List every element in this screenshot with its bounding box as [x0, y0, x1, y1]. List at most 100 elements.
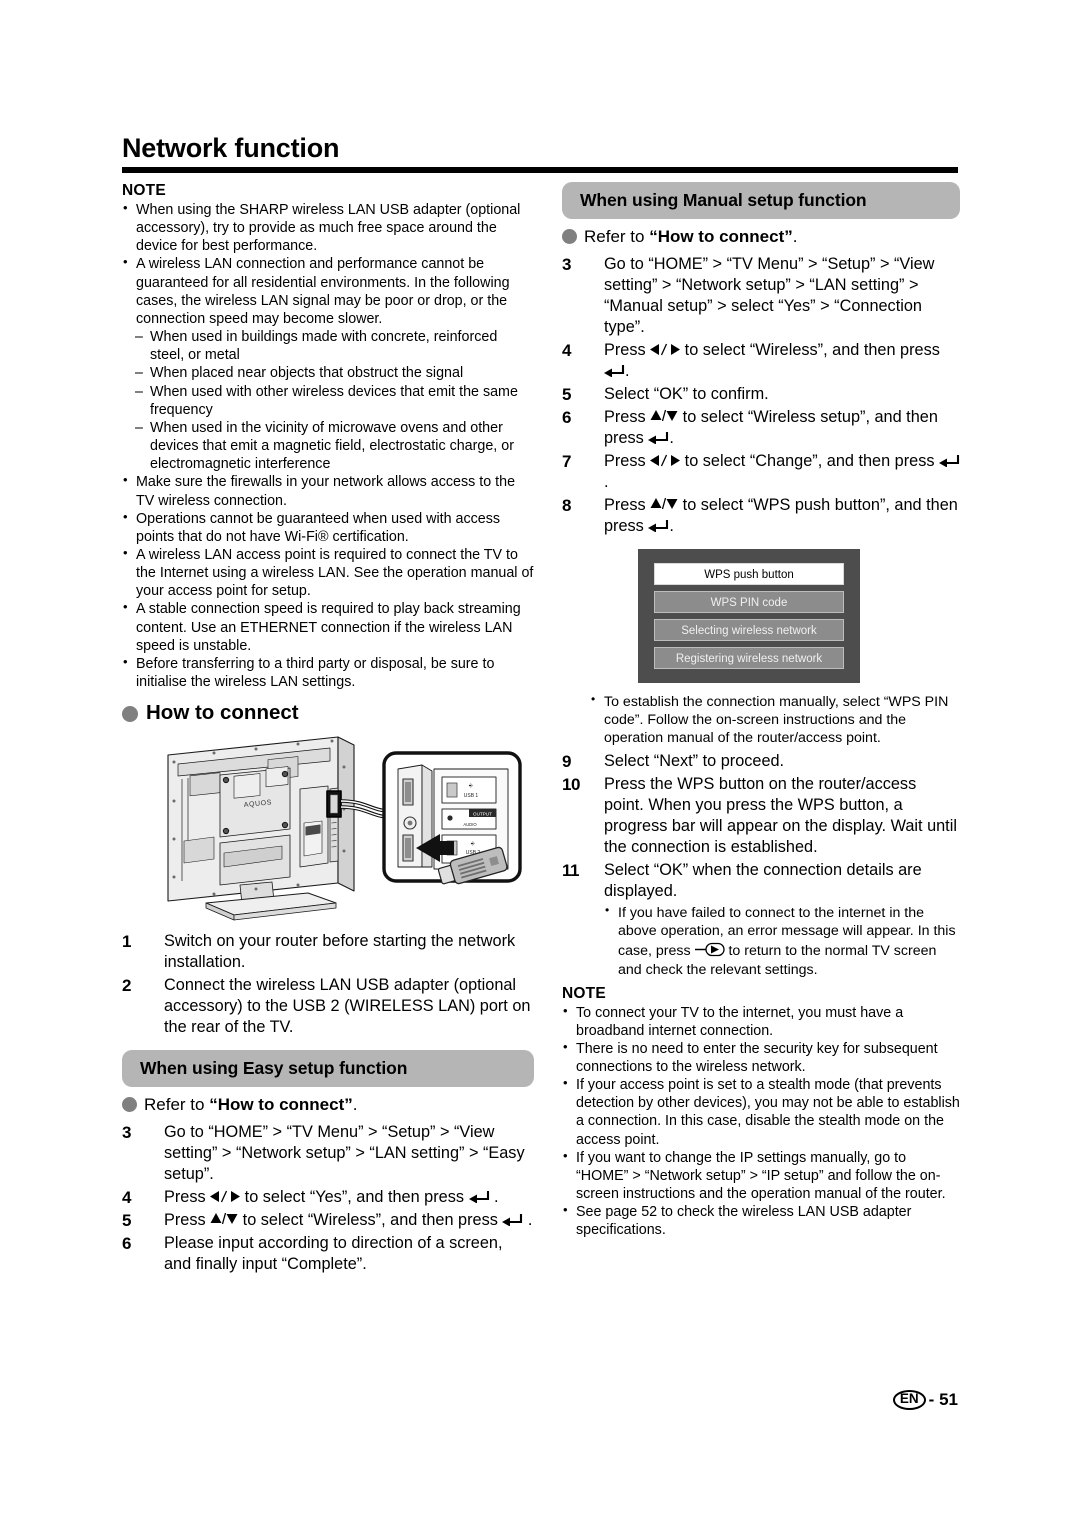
- left-note-label: NOTE: [122, 182, 166, 199]
- easy-refer-line: Refer to “How to connect”.: [122, 1095, 534, 1115]
- list-item: Operations cannot be guaranteed when use…: [122, 509, 534, 546]
- step-text: to select “Change”, and then press: [680, 452, 939, 471]
- list-item: A wireless LAN access point is required …: [122, 545, 534, 600]
- list-item: To establish the connection manually, se…: [590, 692, 960, 747]
- list-item: A wireless LAN connection and performanc…: [122, 254, 534, 328]
- step-text: .: [669, 429, 674, 448]
- osd-item-registering-wireless-network[interactable]: Registering wireless network: [654, 647, 844, 670]
- osd-item-wps-push-button[interactable]: WPS push button: [654, 563, 844, 586]
- list-item: A stable connection speed is required to…: [122, 599, 534, 654]
- list-item: 8 Press to select “WPS push button”, and …: [562, 495, 960, 537]
- manual-page: Network function NOTE When using the SHA…: [0, 0, 1080, 1527]
- right-steps-9-11: 9 Select “Next” to proceed. 10 Press the W…: [562, 751, 960, 978]
- list-item: 7 Press to select “Change”, and then pres…: [562, 451, 960, 493]
- list-item: Before transferring to a third party or …: [122, 654, 534, 691]
- manual-refer-text: Refer to “How to connect”.: [584, 227, 798, 246]
- step-text: Select “Next” to proceed.: [604, 752, 785, 771]
- wps-osd-menu: WPS push button WPS PIN code Selecting w…: [638, 549, 860, 684]
- svg-text:AUDIO: AUDIO: [463, 822, 477, 827]
- right-steps-3-8: 3 Go to “HOME” > “TV Menu” > “Setup” > “V…: [562, 254, 960, 537]
- step-number: 1: [122, 932, 132, 952]
- step-number: 3: [562, 255, 572, 274]
- easy-setup-section-bar: When using Easy setup function: [122, 1050, 534, 1088]
- step-text: .: [489, 1188, 499, 1207]
- left-dash-list: When used in buildings made with concret…: [135, 328, 534, 473]
- step-number: 5: [122, 1211, 132, 1231]
- list-item: 1 Switch on your router before starting t…: [122, 931, 534, 973]
- left-right-arrow-icon: [650, 343, 681, 356]
- refer-target: “How to connect”: [649, 227, 793, 246]
- bullet-dot-icon: [562, 229, 577, 244]
- left-right-arrow-icon: [210, 1190, 241, 1203]
- step-text: .: [625, 362, 630, 381]
- osd-item-selecting-wireless-network[interactable]: Selecting wireless network: [654, 619, 844, 642]
- right-column: When using Manual setup function Refer t…: [562, 182, 960, 1240]
- manual-setup-section-bar: When using Manual setup function: [562, 182, 960, 219]
- output-port-label: OUTPUT: [473, 812, 492, 817]
- right-note-list: To connect your TV to the internet, you …: [562, 1003, 960, 1240]
- manual-refer-line: Refer to “How to connect”.: [562, 227, 960, 247]
- refer-target: “How to connect”: [209, 1095, 353, 1115]
- how-to-connect-label: How to connect: [146, 701, 299, 725]
- easy-refer-text: Refer to “How to connect”.: [144, 1095, 358, 1115]
- list-item: 10 Press the WPS button on the router/acc…: [562, 774, 960, 858]
- left-steps-3-6: 3 Go to “HOME” > “TV Menu” > “Setup” > “V…: [122, 1122, 534, 1275]
- list-item: When used in the vicinity of microwave o…: [135, 419, 534, 473]
- list-item: 2 Connect the wireless LAN USB adapter (o…: [122, 975, 534, 1038]
- left-column: NOTE When using the SHARP wireless LAN U…: [122, 182, 534, 1277]
- list-item: 4 Press to select “Wireless”, and then pr…: [562, 340, 960, 382]
- step-number: 10: [562, 775, 580, 795]
- enter-key-icon: [648, 431, 669, 445]
- step-text: .: [604, 473, 609, 492]
- list-item: If you want to change the IP settings ma…: [562, 1148, 960, 1203]
- step-text: .: [523, 1211, 533, 1230]
- after-osd-note-list: To establish the connection manually, se…: [590, 692, 960, 747]
- step-text: Switch on your router before starting th…: [164, 932, 516, 972]
- how-to-connect-heading: How to connect: [122, 701, 534, 725]
- step-text: Press: [604, 452, 651, 471]
- bullet-dot-icon: [122, 1097, 137, 1113]
- list-item: When used with other wireless devices th…: [135, 383, 534, 419]
- list-item: See page 52 to check the wireless LAN US…: [562, 1202, 960, 1239]
- osd-item-wps-pin-code[interactable]: WPS PIN code: [654, 591, 844, 614]
- step-number: 7: [562, 452, 572, 472]
- left-note-list-cont: Make sure the firewalls in your network …: [122, 472, 534, 691]
- step-number: 8: [562, 496, 572, 516]
- page-number: 51: [939, 1390, 958, 1409]
- list-item: 3 Go to “HOME” > “TV Menu” > “Setup” > “V…: [562, 254, 960, 338]
- list-item: When using the SHARP wireless LAN USB ad…: [122, 200, 534, 255]
- list-item: 6 Please input according to direction of …: [122, 1233, 534, 1275]
- tv-rear-illustration: AQUOS ⎆ USB 1 OUTPUT AUDIO ⎆ USB 2: [122, 731, 534, 923]
- step-number: 9: [562, 752, 572, 772]
- list-item: 11 Select “OK” when the connection detail…: [562, 860, 960, 978]
- step-text: Press: [604, 341, 651, 360]
- enter-key-icon: [502, 1213, 523, 1227]
- step-text: Go to “HOME” > “TV Menu” > “Setup” > “Vi…: [604, 255, 935, 337]
- step-text: Please input according to direction of a…: [164, 1234, 503, 1274]
- list-item: 6 Press to select “Wireless setup”, and t…: [562, 407, 960, 449]
- bullet-dot-icon: [122, 706, 138, 723]
- up-down-arrow-icon: [650, 497, 678, 511]
- exit-key-icon: [694, 942, 725, 957]
- list-item: Make sure the firewalls in your network …: [122, 472, 534, 509]
- step-text: Press: [164, 1211, 211, 1230]
- step-text: to select “Wireless”, and then press: [238, 1211, 503, 1230]
- footer-separator: -: [928, 1390, 935, 1409]
- step-text: to select “Yes”, and then press: [240, 1188, 469, 1207]
- enter-key-icon: [648, 519, 669, 533]
- page-footer: EN - 51: [0, 1390, 958, 1412]
- left-right-arrow-icon: [650, 454, 681, 467]
- step-number: 6: [562, 408, 572, 428]
- step-text: Connect the wireless LAN USB adapter (op…: [164, 976, 531, 1037]
- step-number: 3: [122, 1123, 132, 1143]
- list-item: 5 Select “OK” to confirm.: [562, 384, 960, 405]
- step-text: Select “OK” when the connection details …: [604, 861, 922, 901]
- step-number: 11: [562, 861, 579, 881]
- list-item: There is no need to enter the security k…: [562, 1039, 960, 1076]
- up-down-arrow-icon: [650, 409, 678, 423]
- usb1-port-label: USB 1: [464, 793, 479, 799]
- step-text: Go to “HOME” > “TV Menu” > “Setup” > “Vi…: [164, 1123, 525, 1184]
- up-down-arrow-icon: [210, 1212, 238, 1226]
- enter-key-icon: [468, 1190, 490, 1204]
- list-item: When used in buildings made with concret…: [135, 328, 534, 364]
